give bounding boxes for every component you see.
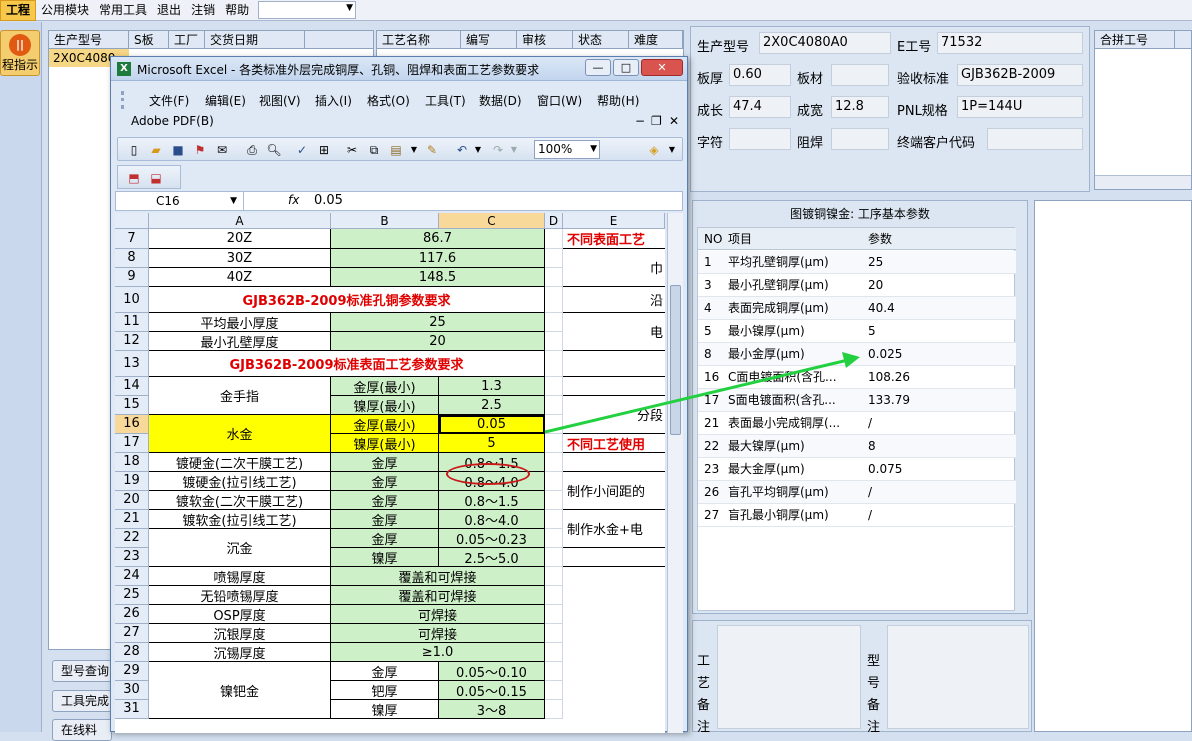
annotation-arrow	[544, 352, 860, 434]
